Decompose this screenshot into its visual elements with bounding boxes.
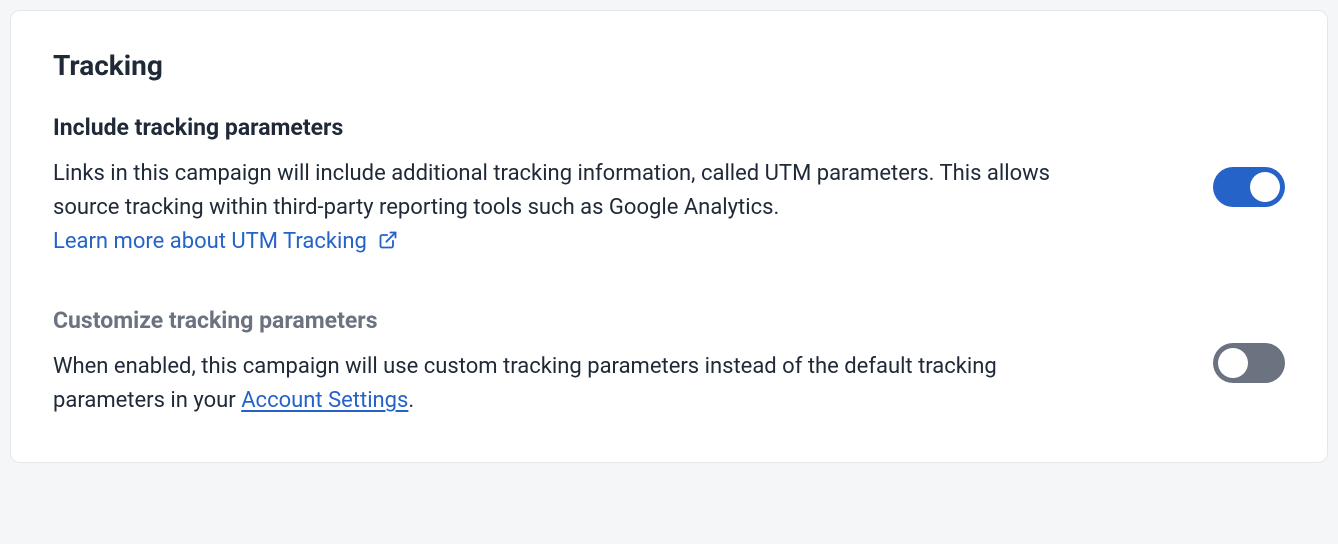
include-tracking-toggle[interactable]: [1213, 167, 1285, 207]
description-text: Links in this campaign will include addi…: [53, 161, 1050, 220]
account-settings-link[interactable]: Account Settings: [241, 388, 408, 413]
customize-tracking-section: Customize tracking parameters When enabl…: [53, 307, 1285, 418]
section-text: Include tracking parameters Links in thi…: [53, 114, 1053, 259]
toggle-knob: [1250, 172, 1280, 202]
customize-tracking-description: When enabled, this campaign will use cus…: [53, 350, 1053, 418]
external-link-icon: [378, 230, 398, 250]
link-text: Learn more about UTM Tracking: [53, 229, 367, 254]
card-title: Tracking: [53, 49, 1285, 82]
learn-more-utm-link[interactable]: Learn more about UTM Tracking: [53, 229, 398, 254]
include-tracking-section: Include tracking parameters Links in thi…: [53, 114, 1285, 259]
description-text-before: When enabled, this campaign will use cus…: [53, 354, 997, 413]
section-text: Customize tracking parameters When enabl…: [53, 307, 1053, 418]
toggle-knob: [1218, 348, 1248, 378]
customize-tracking-title: Customize tracking parameters: [53, 307, 1053, 334]
description-text-after: .: [408, 388, 414, 413]
customize-tracking-toggle[interactable]: [1213, 343, 1285, 383]
include-tracking-title: Include tracking parameters: [53, 114, 1053, 141]
tracking-card: Tracking Include tracking parameters Lin…: [10, 10, 1328, 463]
include-tracking-description: Links in this campaign will include addi…: [53, 157, 1053, 259]
